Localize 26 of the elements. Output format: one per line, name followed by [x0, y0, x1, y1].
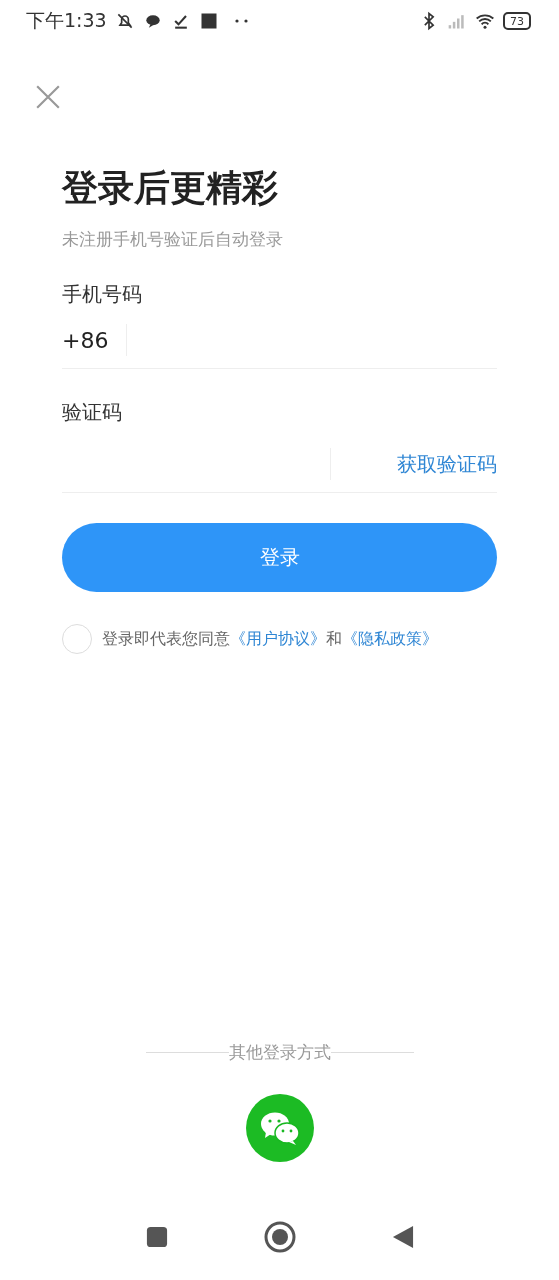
code-field[interactable]: 获取验证码: [62, 440, 497, 493]
login-button[interactable]: 登录: [62, 523, 497, 592]
close-icon: [35, 84, 61, 110]
get-code-link[interactable]: 获取验证码: [331, 450, 497, 478]
battery-indicator: 73: [503, 12, 531, 30]
status-time: 下午1:33: [26, 8, 107, 33]
home-button[interactable]: [263, 1221, 296, 1253]
page-title: 登录后更精彩: [62, 166, 279, 210]
subtitle-text: 未注册手机号验证后自动登录: [62, 228, 284, 251]
wifi-icon: [475, 11, 495, 31]
square-icon: [145, 1225, 168, 1249]
triangle-icon: [391, 1225, 414, 1249]
agreement-link[interactable]: 《隐私政策》: [342, 629, 438, 648]
field-label: 验证码: [62, 399, 123, 426]
agreement-link[interactable]: 《用户协议》: [230, 629, 326, 648]
phone-field[interactable]: +86: [62, 316, 497, 369]
more-dots-icon: [234, 19, 249, 23]
circle-icon: [263, 1221, 296, 1253]
chat-bubbles-icon: [259, 1111, 300, 1145]
close-button[interactable]: [35, 84, 61, 110]
other-login-label: 其他登录方式: [228, 1041, 331, 1064]
agreement-text: 登录即代表您同意《用户协议》和《隐私政策》: [102, 628, 438, 650]
field-label: 手机号码: [62, 281, 143, 308]
country-code[interactable]: +86: [62, 327, 109, 353]
recents-button[interactable]: [145, 1225, 168, 1249]
back-button[interactable]: [391, 1225, 414, 1249]
